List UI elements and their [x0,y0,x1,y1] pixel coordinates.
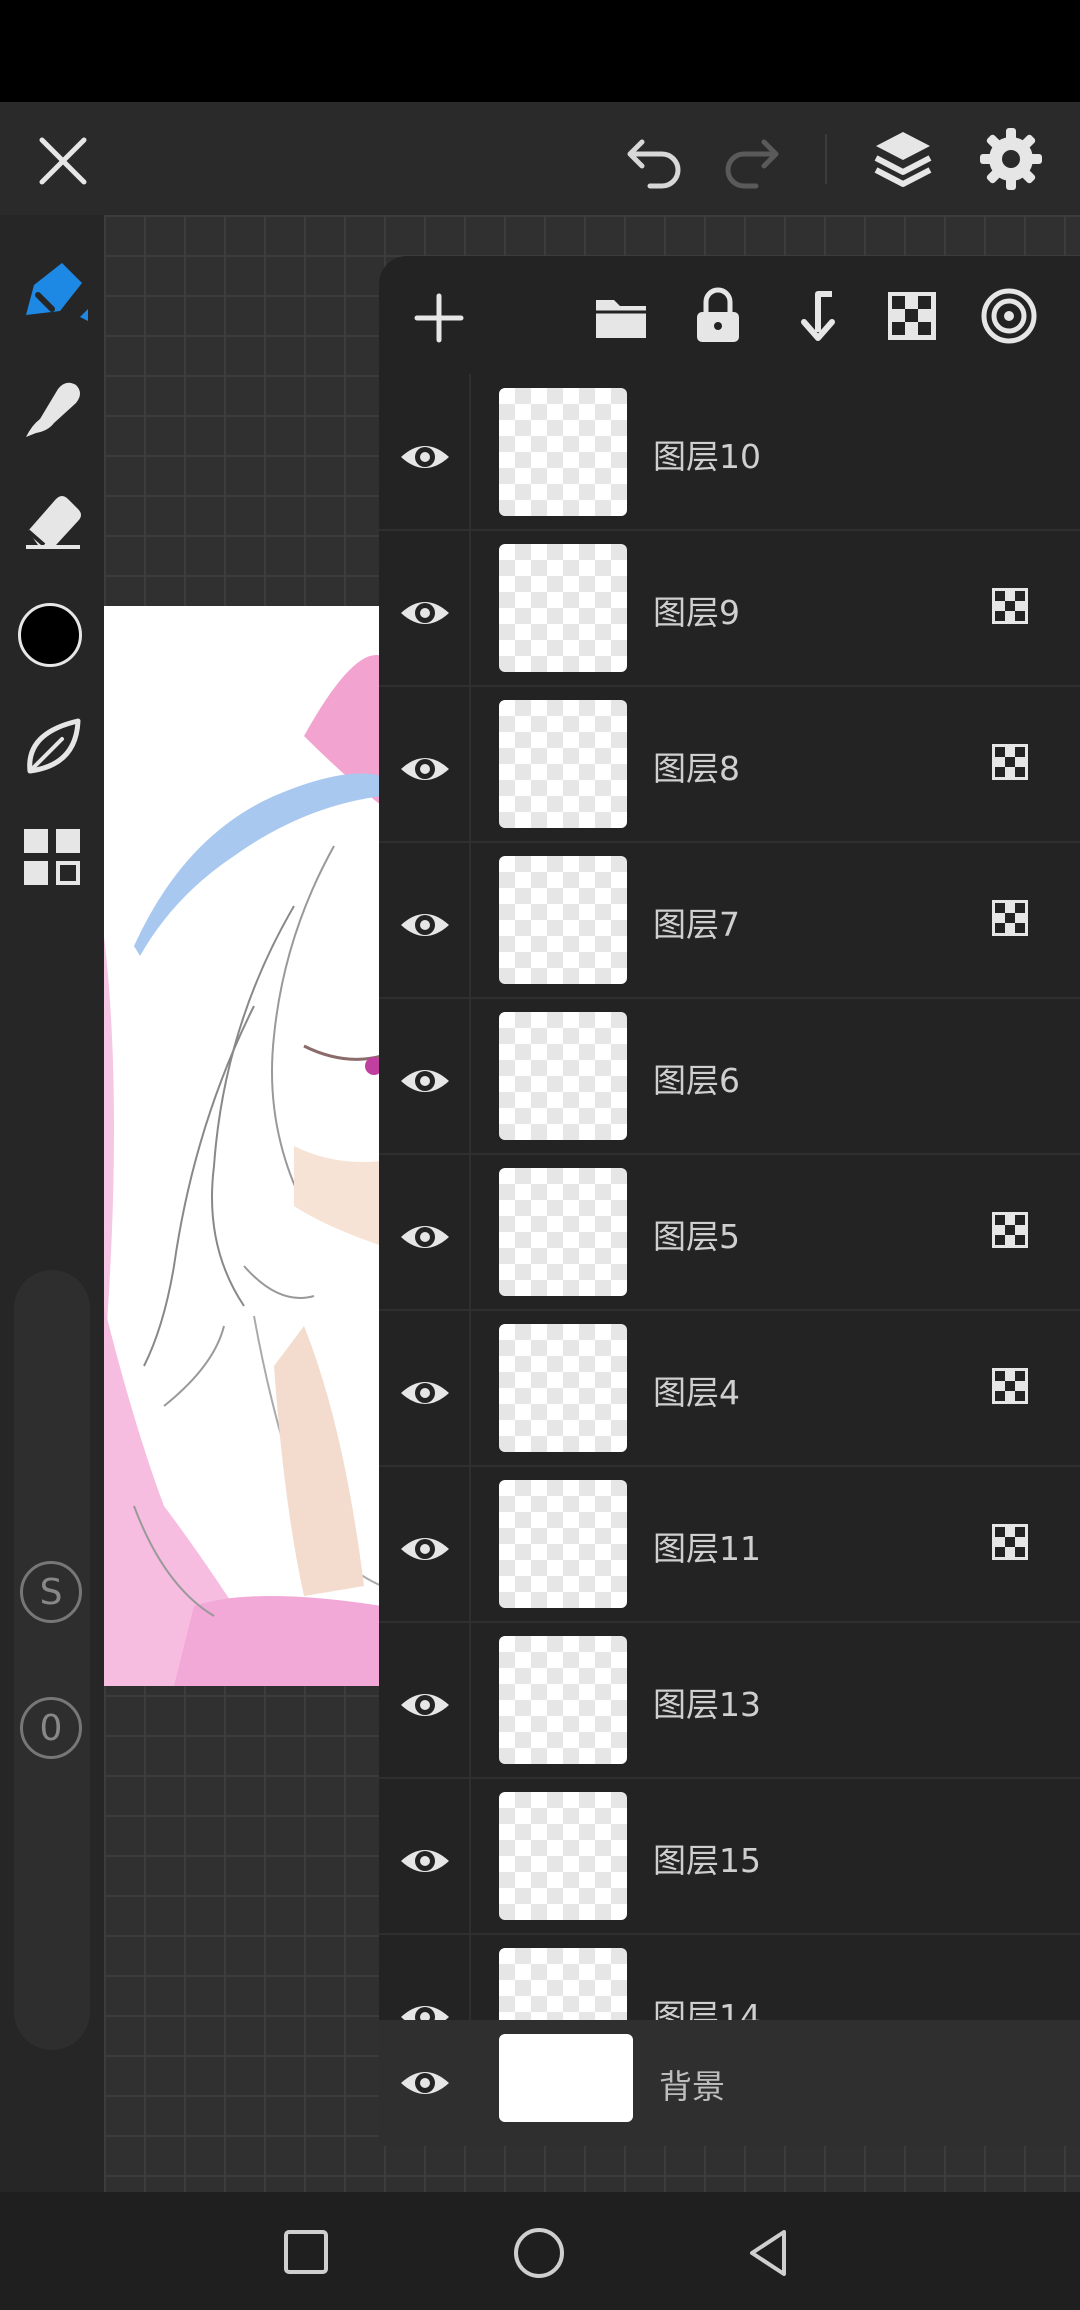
layer-row[interactable]: 图层7 [379,842,1080,999]
toolbar-divider [825,134,827,184]
layer-thumbnail [499,544,627,672]
redo-icon[interactable] [716,128,786,194]
layer-row[interactable]: 图层13 [379,1622,1080,1779]
layer-thumbnail [499,1636,627,1764]
layer-name: 图层7 [653,905,740,944]
undo-icon[interactable] [620,128,690,194]
eye-icon[interactable] [397,741,453,797]
layer-row[interactable]: 图层9 [379,530,1080,687]
layer-thumbnail [499,1012,627,1140]
layer-name: 图层10 [653,437,761,476]
eye-icon[interactable] [397,1677,453,1733]
status-bar [0,0,1080,102]
eye-icon[interactable] [397,585,453,641]
layer-thumbnail [499,1948,627,2020]
eraser-icon[interactable] [18,485,88,555]
layer-thumbnail [499,1168,627,1296]
layer-name: 图层4 [653,1373,740,1412]
close-icon[interactable] [28,126,98,196]
layer-name: 图层6 [653,1061,740,1100]
layer-thumbnail [499,388,627,516]
layer-name: 图层8 [653,749,740,788]
layer-row[interactable]: 图层4 [379,1310,1080,1467]
color-swatch[interactable] [18,603,82,667]
eye-icon[interactable] [397,1365,453,1421]
layer-name: 图层13 [653,1685,761,1724]
merge-down-icon[interactable] [788,286,840,346]
alpha-lock-indicator-icon[interactable] [990,742,1030,782]
pen-brush-icon[interactable] [16,255,92,331]
layer-row[interactable]: 图层5 [379,1154,1080,1311]
layer-row[interactable]: 图层6 [379,998,1080,1155]
eye-icon[interactable] [397,1989,453,2020]
layer-row[interactable]: 图层10 [379,374,1080,531]
layer-thumbnail [499,1324,627,1452]
alpha-lock-indicator-icon[interactable] [990,1522,1030,1562]
eye-icon[interactable] [397,897,453,953]
artwork-canvas[interactable] [104,606,382,1686]
opacity-button[interactable]: 0 [20,1697,82,1759]
background-thumbnail [499,2034,633,2122]
layer-row[interactable]: 图层14 [379,1934,1080,2020]
eye-icon[interactable] [397,1053,453,1109]
folder-icon[interactable] [592,292,650,344]
eye-icon[interactable] [397,429,453,485]
layer-name: 图层11 [653,1529,761,1568]
background-layer-row[interactable]: 背景 [379,2020,1080,2146]
grid-menu-icon[interactable] [22,827,82,887]
recent-apps-icon[interactable] [282,2228,330,2276]
brush-size-slider[interactable] [14,1270,90,2050]
layers-icon[interactable] [868,124,938,194]
layer-row[interactable]: 图层8 [379,686,1080,843]
layer-thumbnail [499,1792,627,1920]
alpha-lock-icon[interactable] [884,288,940,344]
target-icon[interactable] [979,286,1039,346]
top-toolbar [0,102,1080,215]
smudge-icon[interactable] [18,375,88,445]
layer-list[interactable]: 图层10 图层9 图层8 图层7 图层6 图层5 图层4 图层11 图层13 图层15 图层14 [379,374,1080,2020]
home-icon[interactable] [512,2226,566,2280]
layers-panel-toolbar [379,256,1080,374]
background-layer-name: 背景 [659,2067,725,2106]
layer-row[interactable]: 图层15 [379,1778,1080,1935]
layer-name: 图层14 [653,1997,761,2020]
layer-name: 图层15 [653,1841,761,1880]
eye-icon[interactable] [397,1833,453,1889]
add-layer-icon[interactable] [411,290,467,346]
settings-gear-icon[interactable] [976,124,1046,194]
alpha-lock-indicator-icon[interactable] [990,1210,1030,1250]
layer-thumbnail [499,700,627,828]
eye-icon[interactable] [397,2055,453,2111]
layer-name: 图层9 [653,593,740,632]
layer-row[interactable]: 图层11 [379,1466,1080,1623]
eye-icon[interactable] [397,1521,453,1577]
leaf-shape-icon[interactable] [20,713,86,779]
layer-thumbnail [499,1480,627,1608]
eye-icon[interactable] [397,1209,453,1265]
alpha-lock-indicator-icon[interactable] [990,1366,1030,1406]
layer-thumbnail [499,856,627,984]
layers-panel: 图层10 图层9 图层8 图层7 图层6 图层5 图层4 图层11 图层13 图层15 图层14 背… [379,256,1080,2146]
alpha-lock-indicator-icon[interactable] [990,898,1030,938]
layer-name: 图层5 [653,1217,740,1256]
alpha-lock-indicator-icon[interactable] [990,586,1030,626]
lock-icon[interactable] [691,286,745,346]
back-icon[interactable] [742,2226,796,2280]
stabilizer-button[interactable]: S [20,1561,82,1623]
system-nav-bar [0,2192,1080,2310]
